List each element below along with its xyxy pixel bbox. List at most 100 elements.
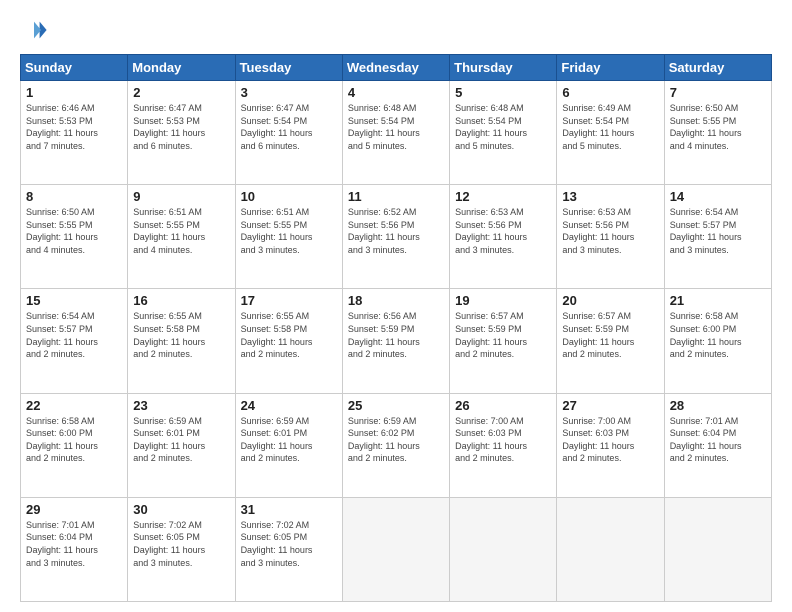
day-info: Sunrise: 6:59 AMSunset: 6:02 PMDaylight:… (348, 415, 444, 465)
calendar-cell (450, 497, 557, 601)
calendar-cell: 10 Sunrise: 6:51 AMSunset: 5:55 PMDayligh… (235, 185, 342, 289)
calendar-cell (342, 497, 449, 601)
day-number: 9 (133, 189, 229, 204)
calendar-cell: 7Sunrise: 6:50 AMSunset: 5:55 PMDaylight… (664, 81, 771, 185)
calendar-cell: 9 Sunrise: 6:51 AMSunset: 5:55 PMDaylight… (128, 185, 235, 289)
calendar-cell: 31 Sunrise: 7:02 AMSunset: 6:05 PMDayligh… (235, 497, 342, 601)
calendar-cell: 3 Sunrise: 6:47 AMSunset: 5:54 PMDaylight… (235, 81, 342, 185)
calendar-cell: 23 Sunrise: 6:59 AMSunset: 6:01 PMDayligh… (128, 393, 235, 497)
day-info: Sunrise: 6:48 AMSunset: 5:54 PMDaylight:… (455, 102, 551, 152)
day-number: 26 (455, 398, 551, 413)
calendar-cell: 14Sunrise: 6:54 AMSunset: 5:57 PMDayligh… (664, 185, 771, 289)
day-info: Sunrise: 6:56 AMSunset: 5:59 PMDaylight:… (348, 310, 444, 360)
calendar-header-cell: Saturday (664, 55, 771, 81)
logo-icon (20, 16, 48, 44)
day-number: 22 (26, 398, 122, 413)
day-number: 25 (348, 398, 444, 413)
calendar-cell: 28 Sunrise: 7:01 AMSunset: 6:04 PMDayligh… (664, 393, 771, 497)
day-info: Sunrise: 6:57 AMSunset: 5:59 PMDaylight:… (455, 310, 551, 360)
calendar-row: 22 Sunrise: 6:58 AMSunset: 6:00 PMDayligh… (21, 393, 772, 497)
calendar-header-cell: Tuesday (235, 55, 342, 81)
day-info: Sunrise: 7:00 AMSunset: 6:03 PMDaylight:… (455, 415, 551, 465)
day-info: Sunrise: 6:54 AMSunset: 5:57 PMDaylight:… (670, 206, 766, 256)
calendar-header-cell: Wednesday (342, 55, 449, 81)
day-number: 18 (348, 293, 444, 308)
day-number: 28 (670, 398, 766, 413)
day-number: 5 (455, 85, 551, 100)
day-number: 1 (26, 85, 122, 100)
calendar-header-cell: Sunday (21, 55, 128, 81)
calendar-cell: 21 Sunrise: 6:58 AMSunset: 6:00 PMDayligh… (664, 289, 771, 393)
day-number: 17 (241, 293, 337, 308)
day-info: Sunrise: 7:02 AMSunset: 6:05 PMDaylight:… (133, 519, 229, 569)
header (20, 16, 772, 44)
day-info: Sunrise: 6:49 AMSunset: 5:54 PMDaylight:… (562, 102, 658, 152)
day-number: 13 (562, 189, 658, 204)
day-info: Sunrise: 6:47 AMSunset: 5:54 PMDaylight:… (241, 102, 337, 152)
calendar-cell: 1 Sunrise: 6:46 AMSunset: 5:53 PMDaylight… (21, 81, 128, 185)
calendar-table: SundayMondayTuesdayWednesdayThursdayFrid… (20, 54, 772, 602)
day-number: 11 (348, 189, 444, 204)
calendar-cell: 11 Sunrise: 6:52 AMSunset: 5:56 PMDayligh… (342, 185, 449, 289)
calendar-cell: 27Sunrise: 7:00 AMSunset: 6:03 PMDayligh… (557, 393, 664, 497)
day-info: Sunrise: 6:55 AMSunset: 5:58 PMDaylight:… (241, 310, 337, 360)
day-number: 31 (241, 502, 337, 517)
calendar-cell (664, 497, 771, 601)
day-info: Sunrise: 7:02 AMSunset: 6:05 PMDaylight:… (241, 519, 337, 569)
day-number: 6 (562, 85, 658, 100)
day-info: Sunrise: 6:47 AMSunset: 5:53 PMDaylight:… (133, 102, 229, 152)
day-info: Sunrise: 6:54 AMSunset: 5:57 PMDaylight:… (26, 310, 122, 360)
day-number: 3 (241, 85, 337, 100)
calendar-cell: 5 Sunrise: 6:48 AMSunset: 5:54 PMDaylight… (450, 81, 557, 185)
page: SundayMondayTuesdayWednesdayThursdayFrid… (0, 0, 792, 612)
calendar-cell: 30 Sunrise: 7:02 AMSunset: 6:05 PMDayligh… (128, 497, 235, 601)
day-number: 27 (562, 398, 658, 413)
day-number: 30 (133, 502, 229, 517)
calendar-cell: 20 Sunrise: 6:57 AMSunset: 5:59 PMDayligh… (557, 289, 664, 393)
calendar-cell: 4Sunrise: 6:48 AMSunset: 5:54 PMDaylight… (342, 81, 449, 185)
calendar-header-cell: Friday (557, 55, 664, 81)
logo (20, 16, 52, 44)
day-info: Sunrise: 6:46 AMSunset: 5:53 PMDaylight:… (26, 102, 122, 152)
day-number: 29 (26, 502, 122, 517)
day-number: 19 (455, 293, 551, 308)
day-number: 2 (133, 85, 229, 100)
calendar-body: 1 Sunrise: 6:46 AMSunset: 5:53 PMDaylight… (21, 81, 772, 602)
day-info: Sunrise: 6:59 AMSunset: 6:01 PMDaylight:… (133, 415, 229, 465)
day-number: 21 (670, 293, 766, 308)
day-number: 12 (455, 189, 551, 204)
day-info: Sunrise: 6:58 AMSunset: 6:00 PMDaylight:… (26, 415, 122, 465)
day-info: Sunrise: 6:58 AMSunset: 6:00 PMDaylight:… (670, 310, 766, 360)
day-info: Sunrise: 6:55 AMSunset: 5:58 PMDaylight:… (133, 310, 229, 360)
day-number: 24 (241, 398, 337, 413)
calendar-cell: 8 Sunrise: 6:50 AMSunset: 5:55 PMDaylight… (21, 185, 128, 289)
calendar-cell: 13Sunrise: 6:53 AMSunset: 5:56 PMDayligh… (557, 185, 664, 289)
calendar-row: 1 Sunrise: 6:46 AMSunset: 5:53 PMDaylight… (21, 81, 772, 185)
calendar-header-cell: Monday (128, 55, 235, 81)
day-info: Sunrise: 6:57 AMSunset: 5:59 PMDaylight:… (562, 310, 658, 360)
day-info: Sunrise: 6:50 AMSunset: 5:55 PMDaylight:… (670, 102, 766, 152)
day-number: 8 (26, 189, 122, 204)
calendar-row: 29Sunrise: 7:01 AMSunset: 6:04 PMDayligh… (21, 497, 772, 601)
day-number: 20 (562, 293, 658, 308)
calendar-cell: 15 Sunrise: 6:54 AMSunset: 5:57 PMDayligh… (21, 289, 128, 393)
day-info: Sunrise: 6:50 AMSunset: 5:55 PMDaylight:… (26, 206, 122, 256)
calendar-header-row: SundayMondayTuesdayWednesdayThursdayFrid… (21, 55, 772, 81)
calendar-cell: 19 Sunrise: 6:57 AMSunset: 5:59 PMDayligh… (450, 289, 557, 393)
calendar-cell: 26 Sunrise: 7:00 AMSunset: 6:03 PMDayligh… (450, 393, 557, 497)
calendar-cell: 18 Sunrise: 6:56 AMSunset: 5:59 PMDayligh… (342, 289, 449, 393)
day-number: 4 (348, 85, 444, 100)
calendar-cell: 16Sunrise: 6:55 AMSunset: 5:58 PMDayligh… (128, 289, 235, 393)
day-number: 23 (133, 398, 229, 413)
day-info: Sunrise: 6:51 AMSunset: 5:55 PMDaylight:… (241, 206, 337, 256)
day-info: Sunrise: 7:01 AMSunset: 6:04 PMDaylight:… (670, 415, 766, 465)
day-info: Sunrise: 6:53 AMSunset: 5:56 PMDaylight:… (455, 206, 551, 256)
day-info: Sunrise: 6:51 AMSunset: 5:55 PMDaylight:… (133, 206, 229, 256)
calendar-header-cell: Thursday (450, 55, 557, 81)
calendar-cell (557, 497, 664, 601)
calendar-cell: 25 Sunrise: 6:59 AMSunset: 6:02 PMDayligh… (342, 393, 449, 497)
day-number: 10 (241, 189, 337, 204)
day-info: Sunrise: 6:52 AMSunset: 5:56 PMDaylight:… (348, 206, 444, 256)
day-number: 15 (26, 293, 122, 308)
calendar-row: 15 Sunrise: 6:54 AMSunset: 5:57 PMDayligh… (21, 289, 772, 393)
